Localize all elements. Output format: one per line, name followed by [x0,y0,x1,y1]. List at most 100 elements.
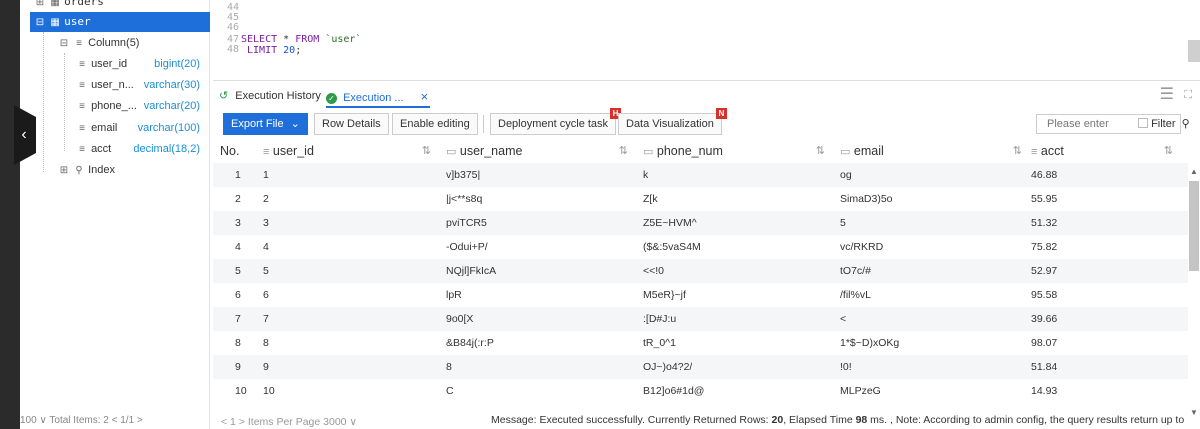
table-cell[interactable]: 3 [263,211,269,235]
table-cell[interactable]: 9o0[X [446,307,473,331]
table-cell[interactable]: 10 [263,379,275,403]
table-cell[interactable]: M5eR}~jf [643,283,686,307]
tree-item-index[interactable]: ⊞ ⚲ Index [58,160,115,180]
table-cell[interactable]: 39.66 [1031,307,1057,331]
sql-editor[interactable]: 44 45 46 47 48 SELECT * FROM `user` LIMI… [213,0,1200,77]
table-cell[interactable]: 9 [263,355,269,379]
table-cell[interactable]: 1 [263,163,269,187]
table-row[interactable]: 2 2 |j<**s8q Z[k SimaD3)5o 55.95 [213,187,1188,211]
sort-icon[interactable]: ⇅ [816,139,825,163]
filter-checkbox[interactable] [1138,118,1148,128]
table-cell[interactable]: 5 [840,211,846,235]
row-details-button[interactable]: Row Details [314,113,389,135]
sort-icon[interactable]: ⇅ [422,139,431,163]
export-file-button[interactable]: Export File ⌄ [223,113,308,135]
table-cell[interactable]: 46.88 [1031,163,1057,187]
tab-execution-history[interactable]: ↺ Execution History [219,89,321,102]
table-cell[interactable]: vc/RKRD [840,235,883,259]
tab-execution[interactable]: ✓ Execution ... × [326,89,428,104]
scrollbar-thumb[interactable] [1189,181,1199,271]
tree-column-phone_num[interactable]: ≡ phone_... varchar(20) [76,96,206,116]
grid-scrollbar[interactable]: ▲ ▼ [1188,167,1200,417]
tree-column-user_id[interactable]: ≡ user_id bigint(20) [76,54,206,74]
close-tab-icon[interactable]: × [421,89,429,104]
sort-icon[interactable]: ⇅ [1013,139,1022,163]
data-visualization-button[interactable]: Data Visualization N [618,108,727,135]
table-cell[interactable]: Z[k [643,187,658,211]
table-cell[interactable]: 51.32 [1031,211,1057,235]
table-cell[interactable]: |j<**s8q [446,187,482,211]
table-cell[interactable]: -Odui+P/ [446,235,488,259]
table-row[interactable]: 3 3 pviTCR5 Z5E~HVM^ 5 51.32 [213,211,1188,235]
tree-item-orders[interactable]: ⊞ ▦ orders [34,0,104,12]
table-cell[interactable]: MLPzeG [840,379,881,403]
table-row[interactable]: 10 10 C B12]o6#1d@ MLPzeG 14.93 [213,379,1188,403]
column-header-user_name[interactable]: ▭ user_name ⇅ [446,139,636,163]
sort-icon[interactable]: ⇅ [619,139,628,163]
table-cell[interactable]: tO7c/# [840,259,871,283]
table-row[interactable]: 8 8 &B84j(:r:P tR_0^1 1*$~D)xOKg 98.07 [213,331,1188,355]
column-header-phone_num[interactable]: ▭ phone_num ⇅ [643,139,833,163]
scroll-up-icon[interactable]: ▲ [1190,167,1198,176]
table-cell[interactable]: pviTCR5 [446,211,487,235]
fullscreen-icon[interactable]: ⛶ [1184,89,1192,102]
table-cell[interactable]: 52.97 [1031,259,1057,283]
table-cell[interactable]: k [643,163,648,187]
search-icon[interactable]: ⚲ [1182,118,1190,130]
sort-icon[interactable]: ⇅ [1164,139,1173,163]
editor-scrollbar[interactable] [1188,40,1200,62]
table-cell[interactable]: &B84j(:r:P [446,331,494,355]
table-cell[interactable]: tR_0^1 [643,331,676,355]
column-header-email[interactable]: ▭ email ⇅ [840,139,1030,163]
table-cell[interactable]: 2 [263,187,269,211]
table-cell[interactable]: 8 [446,355,452,379]
table-cell[interactable]: !0! [840,355,852,379]
table-cell[interactable]: < [840,307,846,331]
table-cell[interactable]: <<!0 [643,259,664,283]
expand-icon[interactable]: ⊞ [58,161,70,181]
column-header-acct[interactable]: ≡ acct ⇅ [1031,139,1181,163]
table-cell[interactable]: C [446,379,454,403]
tree-item-user[interactable]: ⊟ ▦ user [30,12,210,32]
table-cell[interactable]: 4 [263,235,269,259]
table-cell[interactable]: ($&:5vaS4M [643,235,701,259]
deployment-cycle-task-button[interactable]: Deployment cycle task H [490,108,622,135]
table-cell[interactable]: 6 [263,283,269,307]
table-cell[interactable]: 7 [263,307,269,331]
table-cell[interactable]: og [840,163,852,187]
table-cell[interactable]: 75.82 [1031,235,1057,259]
table-row[interactable]: 1 1 v]b375| k og 46.88 [213,163,1188,187]
menu-icon[interactable]: ☰ [1160,87,1174,103]
table-cell[interactable]: SimaD3)5o [840,187,893,211]
filter-toggle[interactable]: Filter ⚲ [1138,117,1190,130]
table-row[interactable]: 6 6 lpR M5eR}~jf/fil%vL 95.58 [213,283,1188,307]
table-cell[interactable]: 14.93 [1031,379,1057,403]
table-cell[interactable]: B12]o6#1d@ [643,379,704,403]
table-cell[interactable]: 51.84 [1031,355,1057,379]
table-cell[interactable]: 55.95 [1031,187,1057,211]
tree-column-acct[interactable]: ≡ acct decimal(18,2) [76,139,206,159]
column-header-user_id[interactable]: ≡ user_id ⇅ [263,139,439,163]
collapse-icon[interactable]: ⊟ [34,13,46,33]
table-row[interactable]: 4 4 -Odui+P/ ($&:5vaS4M vc/RKRD 75.82 [213,235,1188,259]
table-cell[interactable]: 5 [263,259,269,283]
enable-editing-button[interactable]: Enable editing [392,113,478,135]
table-cell[interactable]: /fil%vL [840,283,871,307]
table-cell[interactable]: 98.07 [1031,331,1057,355]
table-cell[interactable]: Z5E~HVM^ [643,211,697,235]
tree-column-email[interactable]: ≡ email varchar(100) [76,118,206,138]
table-row[interactable]: 7 7 9o0[X:[D#J:u <39.66 [213,307,1188,331]
table-cell[interactable]: :[D#J:u [643,307,676,331]
table-row[interactable]: 5 5 NQjl]FkIcA <<!0 tO7c/# 52.97 [213,259,1188,283]
pagination-controls[interactable]: < 1 > Items Per Page 3000 ∨ [221,416,357,428]
tree-item-columns[interactable]: ⊟ ≡ Column(5) [58,33,140,54]
table-cell[interactable]: 95.58 [1031,283,1057,307]
table-cell[interactable]: 1*$~D)xOKg [840,331,899,355]
collapse-icon[interactable]: ⊟ [58,34,70,54]
table-cell[interactable]: v]b375| [446,163,480,187]
tree-column-user_name[interactable]: ≡ user_n... varchar(30) [76,75,206,95]
table-row[interactable]: 9 9 8 OJ~)o4?2/ !0! 51.84 [213,355,1188,379]
table-cell[interactable]: lpR [446,283,462,307]
table-cell[interactable]: OJ~)o4?2/ [643,355,692,379]
table-cell[interactable]: 8 [263,331,269,355]
